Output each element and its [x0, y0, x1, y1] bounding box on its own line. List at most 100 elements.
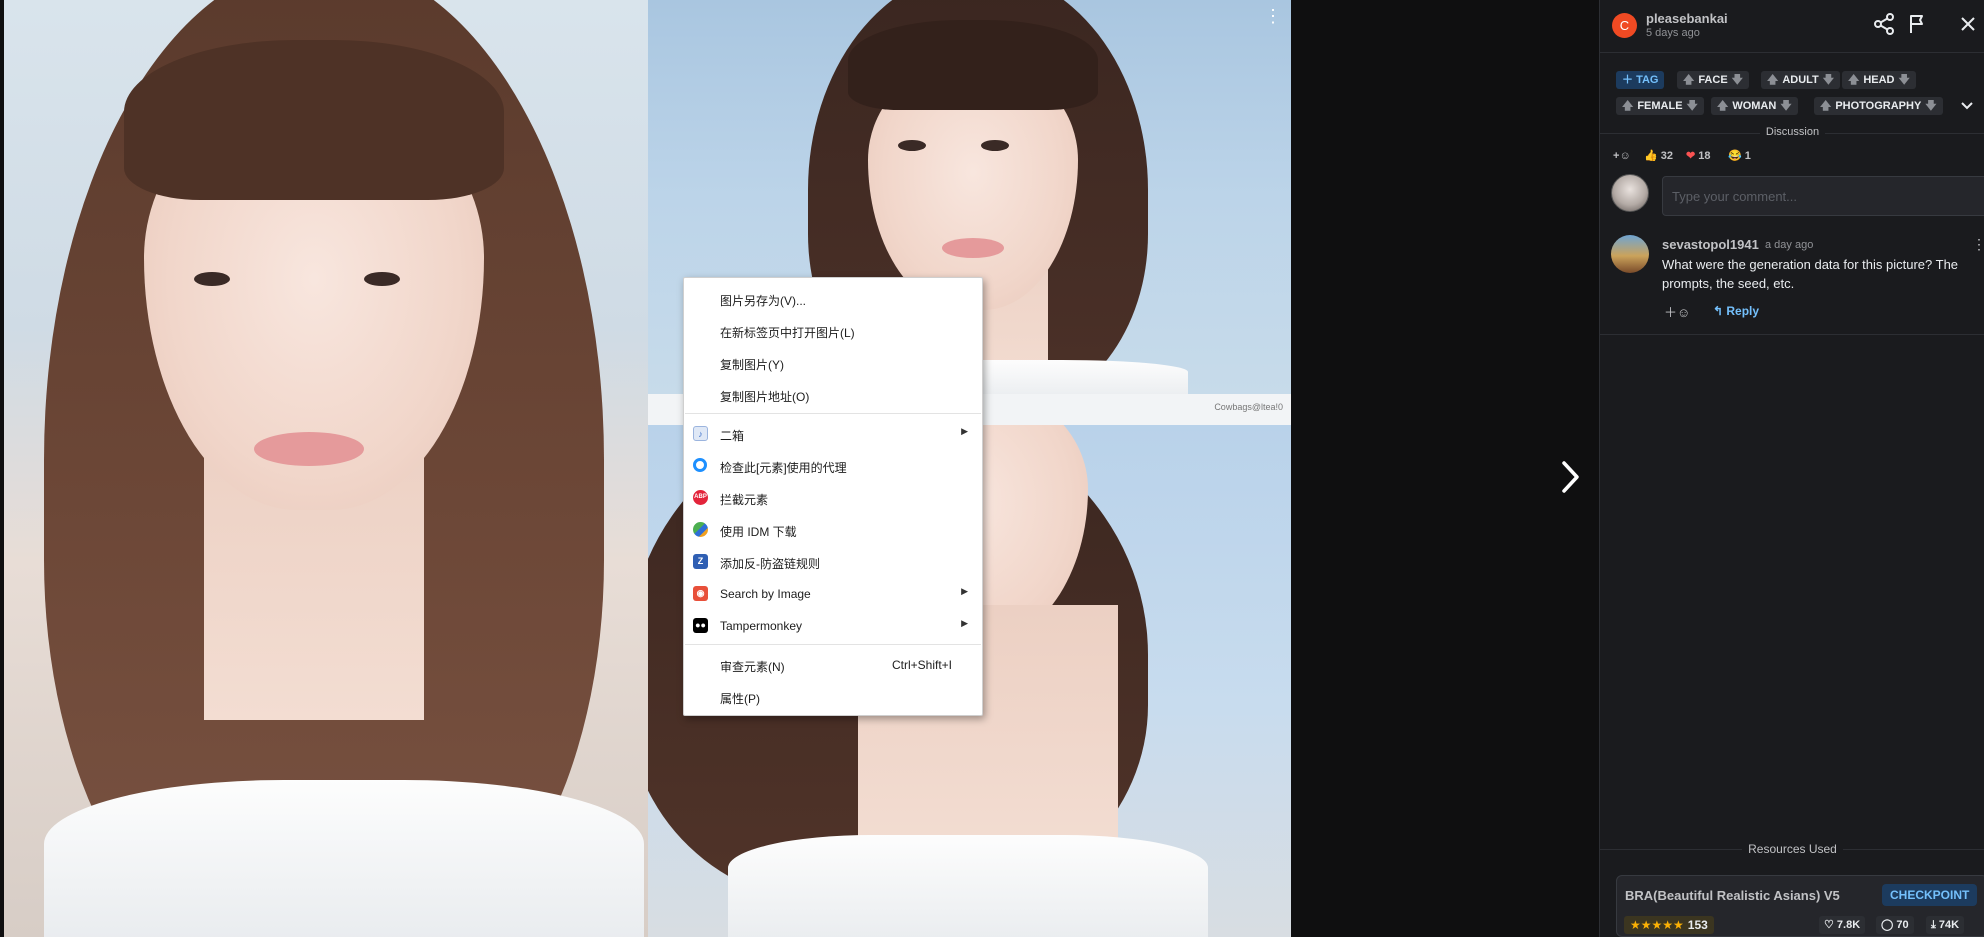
commenter-avatar[interactable] — [1611, 235, 1649, 273]
ctx-item-label: 二箱 — [720, 429, 745, 443]
ctx-idm-download[interactable]: 使用 IDM 下载 — [684, 517, 982, 543]
ctx-save-image-as[interactable]: 图片另存为(V)... — [684, 286, 982, 312]
erxiang-icon: ♪ — [693, 426, 708, 441]
ctx-block-element[interactable]: ABP 拦截元素 — [684, 485, 982, 511]
ctx-item-label: Tampermonkey — [720, 619, 803, 633]
add-tag-button[interactable]: ＋ TAG — [1616, 71, 1665, 89]
next-image-chevron-icon[interactable] — [1555, 455, 1585, 499]
add-reaction-button[interactable]: +☺ — [1613, 148, 1631, 164]
tag-label: FACE — [1698, 74, 1728, 86]
add-tag-label: TAG — [1636, 74, 1659, 86]
comment-time: a day ago — [1765, 239, 1814, 251]
resources-heading-text: Resources Used — [1742, 842, 1843, 856]
ctx-inspect-element[interactable]: 审查元素(N) Ctrl+Shift+I — [684, 652, 982, 678]
ctx-search-by-image[interactable]: ◉ Search by Image ▶ — [684, 581, 982, 607]
post-username[interactable]: pleasebankai — [1646, 11, 1728, 26]
upvote-arrow-icon[interactable]: 🡅 — [1622, 100, 1633, 112]
comment-reply-button[interactable]: ↰ Reply — [1713, 304, 1759, 318]
comments-divider — [1600, 334, 1984, 335]
submenu-arrow-icon: ▶ — [961, 426, 968, 436]
comment-username[interactable]: sevastopol1941 — [1662, 237, 1759, 252]
resource-downloads: ⤓ 74K — [1926, 916, 1965, 934]
ctx-copy-image-address[interactable]: 复制图片地址(O) — [684, 382, 982, 408]
tag-chip[interactable]: 🡅 ADULT 🡇 — [1761, 71, 1841, 89]
discussion-heading-text: Discussion — [1759, 126, 1826, 138]
downloads-count: 74K — [1938, 919, 1960, 931]
rating-count: 153 — [1687, 918, 1708, 932]
current-user-avatar — [1611, 174, 1649, 212]
thumbs-up-icon: 👍 — [1644, 150, 1658, 162]
ctx-item-label: 审查元素(N) — [720, 660, 785, 674]
tag-chip[interactable]: 🡅 FEMALE 🡇 — [1616, 97, 1704, 115]
context-menu: 图片另存为(V)... 在新标签页中打开图片(L) 复制图片(Y) 复制图片地址… — [683, 277, 983, 716]
downvote-arrow-icon[interactable]: 🡇 — [1732, 74, 1743, 86]
resource-card[interactable]: BRA(Beautiful Realistic Asians) V5 CHECK… — [1616, 875, 1984, 937]
download-icon: ⤓ — [1931, 919, 1939, 931]
tag-label: HEAD — [1863, 74, 1895, 86]
chevron-down-icon[interactable] — [1959, 98, 1975, 114]
reaction-heart[interactable]: ❤ 18 — [1686, 148, 1711, 164]
tag-chip[interactable]: 🡅 FACE 🡇 — [1677, 71, 1749, 89]
close-icon[interactable] — [1956, 12, 1980, 36]
gallery-image-main[interactable] — [4, 0, 648, 937]
comment-more-icon[interactable]: ⋮ — [1972, 236, 1984, 253]
user-avatar[interactable]: C — [1612, 13, 1637, 38]
star-rating-icon: ★★★★★ — [1630, 918, 1684, 932]
reaction-count: 18 — [1698, 150, 1711, 162]
ctx-shortcut-label: Ctrl+Shift+I — [891, 658, 952, 672]
ctx-item-label: 属性(P) — [720, 692, 760, 706]
tag-chip[interactable]: 🡅 PHOTOGRAPHY 🡇 — [1814, 97, 1943, 115]
tag-chip[interactable]: 🡅 HEAD 🡇 — [1842, 71, 1916, 89]
plus-icon: ＋ — [1622, 74, 1637, 86]
tag-chip[interactable]: 🡅 WOMAN 🡇 — [1711, 97, 1798, 115]
comment-input[interactable]: Type your comment... — [1662, 176, 1984, 216]
upvote-arrow-icon[interactable]: 🡅 — [1848, 74, 1859, 86]
reply-icon: ↰ — [1713, 304, 1727, 318]
adblock-plus-icon: ABP — [693, 490, 708, 505]
ctx-check-proxy[interactable]: 检查此[元素]使用的代理 — [684, 453, 982, 479]
flag-icon[interactable] — [1906, 12, 1930, 36]
image-more-options-icon[interactable]: ⋮ — [1264, 4, 1282, 28]
reaction-count: 1 — [1744, 150, 1751, 162]
downvote-arrow-icon[interactable]: 🡇 — [1925, 100, 1936, 112]
downvote-arrow-icon[interactable]: 🡇 — [1823, 74, 1834, 86]
search-by-image-icon: ◉ — [693, 586, 708, 601]
ctx-item-label: 复制图片(Y) — [720, 358, 784, 372]
downvote-arrow-icon[interactable]: 🡇 — [1780, 100, 1791, 112]
ctx-item-label: 使用 IDM 下载 — [720, 525, 797, 539]
downvote-arrow-icon[interactable]: 🡇 — [1898, 74, 1909, 86]
ctx-item-label: 检查此[元素]使用的代理 — [720, 461, 847, 475]
submenu-arrow-icon: ▶ — [961, 618, 968, 628]
reaction-laugh[interactable]: 😂 1 — [1728, 148, 1751, 164]
proxy-circle-icon — [693, 458, 707, 472]
ctx-tampermonkey[interactable]: ●● Tampermonkey ▶ — [684, 613, 982, 639]
ctx-anti-hotlink[interactable]: Z 添加反-防盗链规则 — [684, 549, 982, 575]
tag-label: ADULT — [1782, 74, 1819, 86]
tag-label: PHOTOGRAPHY — [1835, 100, 1922, 112]
upvote-arrow-icon[interactable]: 🡅 — [1717, 100, 1728, 112]
tag-label: FEMALE — [1637, 100, 1683, 112]
tampermonkey-icon: ●● — [693, 618, 708, 633]
reaction-like[interactable]: 👍 32 — [1644, 148, 1673, 164]
resource-type-badge: CHECKPOINT — [1882, 884, 1978, 906]
heart-icon: ❤ — [1686, 150, 1696, 162]
upvote-arrow-icon[interactable]: 🡅 — [1683, 74, 1694, 86]
downvote-arrow-icon[interactable]: 🡇 — [1687, 100, 1698, 112]
ctx-open-image-new-tab[interactable]: 在新标签页中打开图片(L) — [684, 318, 982, 344]
comments-count: 70 — [1896, 919, 1909, 931]
ctx-copy-image[interactable]: 复制图片(Y) — [684, 350, 982, 376]
submenu-arrow-icon: ▶ — [961, 586, 968, 596]
ctx-properties[interactable]: 属性(P) — [684, 684, 982, 710]
ctx-erxiang[interactable]: ♪ 二箱 ▶ — [684, 421, 982, 447]
share-icon[interactable] — [1872, 12, 1896, 36]
comment-add-reaction-button[interactable]: ＋☺ — [1664, 302, 1694, 320]
laughing-icon: 😂 — [1728, 150, 1742, 162]
anti-hotlink-icon: Z — [693, 554, 708, 569]
smiley-icon: ☺ — [1619, 150, 1631, 162]
ctx-separator — [685, 413, 981, 414]
likes-count: 7.8K — [1836, 919, 1861, 931]
resource-name[interactable]: BRA(Beautiful Realistic Asians) V5 — [1625, 888, 1840, 903]
upvote-arrow-icon[interactable]: 🡅 — [1820, 100, 1831, 112]
upvote-arrow-icon[interactable]: 🡅 — [1767, 74, 1778, 86]
comment-bubble-icon: ◯ — [1881, 919, 1897, 931]
